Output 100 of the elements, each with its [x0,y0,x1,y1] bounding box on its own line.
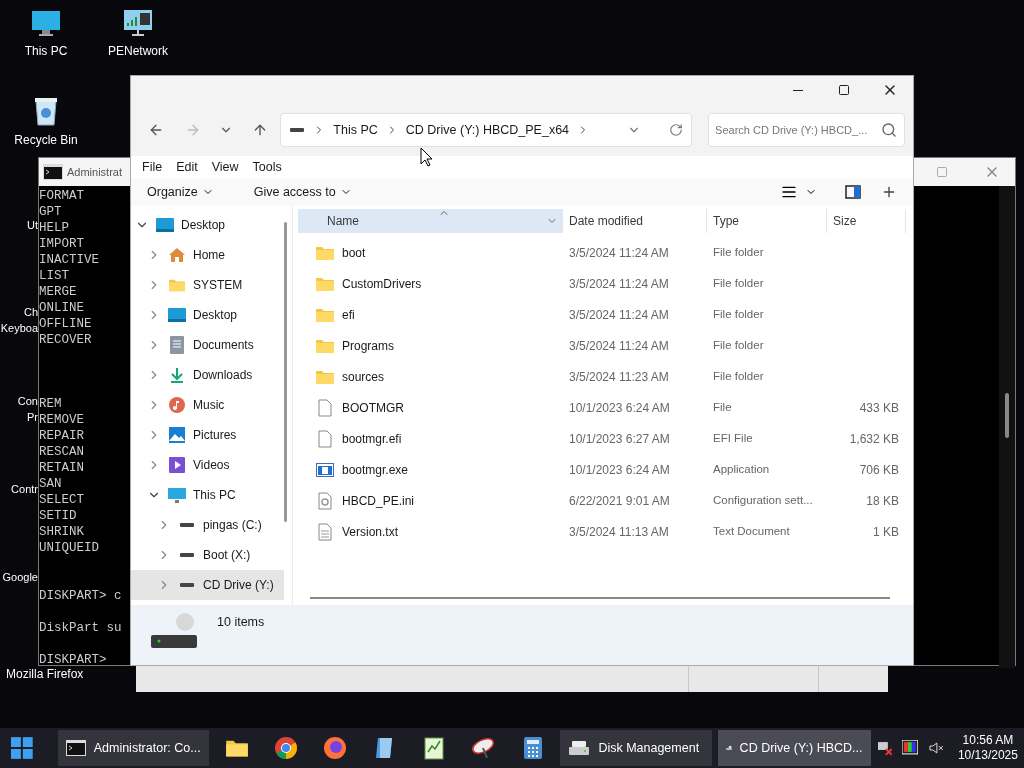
desktop-icon-label[interactable]: This PC [24,42,68,60]
tree-item[interactable]: SYSTEM [131,270,284,300]
type-cell: Application [713,463,770,476]
file-row[interactable]: bootmgr.exe 10/1/2023 6:24 AM Application 706 KB [298,454,913,485]
file-name: sources [342,368,385,386]
desktop-icon-label[interactable]: Keyboa [0,320,38,336]
tree-label: Pictures [193,427,237,444]
column-header[interactable]: Size [827,209,906,233]
scrollbar[interactable] [999,186,1015,668]
status-text: 10 items [217,614,265,631]
tree-item[interactable]: Home [131,240,284,270]
toolbar-menu-button[interactable]: Organize [139,182,222,202]
folder-icon [315,306,335,323]
menu-item[interactable]: View [204,157,246,177]
console-line: UNIQUEID [39,540,99,556]
tree-item[interactable]: Downloads [131,360,284,390]
type-cell: File folder [713,339,764,352]
file-row[interactable]: HBCD_PE.ini 6/22/2021 9:01 AM Configuration sett... 18 KB [298,485,913,516]
folder-icon [224,738,249,758]
file-row[interactable]: bootmgr.efi 10/1/2023 6:27 AM EFI File 1,632 KB [298,423,913,454]
network-icon[interactable] [876,740,893,756]
search-field[interactable]: Search CD Drive (Y:) HBCD_... [708,113,905,147]
start-icon[interactable] [10,736,34,760]
menu-item[interactable]: Edit [169,157,205,177]
desktop-icon-label[interactable]: Con [17,393,38,409]
file-row[interactable]: Programs 3/5/2024 11:24 AM File folder [298,330,913,361]
taskbar-button[interactable]: Administrator: Co... [57,730,209,766]
address-bar[interactable]: This PC CD Drive (Y:) HBCD_PE_x64 [280,113,693,147]
tree-label: SYSTEM [193,277,243,294]
tree-label: Home [193,247,225,264]
file-row[interactable]: sources 3/5/2024 11:23 AM File folder [298,361,913,392]
desktop-icon-label[interactable]: Mozilla Firefox [6,667,84,681]
list-view-icon [781,184,797,200]
video-icon [169,457,185,473]
file-icon [318,429,332,448]
column-header[interactable]: Type [707,209,827,233]
tree-item[interactable]: Music [131,390,284,420]
console-line: REPAIR [39,428,84,444]
column-header[interactable]: Name [298,209,563,233]
desktop-icon-label[interactable]: Ch [23,304,38,320]
breadcrumb[interactable]: This PC [333,120,378,140]
date-cell: 3/5/2024 11:24 AM [569,307,669,322]
tree-label: Videos [193,457,230,474]
file-row[interactable]: boot 3/5/2024 11:24 AM File folder [298,237,913,268]
desktop-icon-label[interactable]: PENetwork [108,42,168,60]
menu-item[interactable]: Tools [245,157,289,177]
clock-time[interactable]: 10:56 AM [962,733,1014,748]
tree-label: Desktop [181,217,226,234]
file-name: bootmgr.exe [342,461,409,479]
date-cell: 3/5/2024 11:23 AM [569,369,669,384]
tree-label: pingas (C:) [203,517,262,534]
tree-item[interactable]: Boot (X:) [131,540,284,570]
tree-item[interactable]: pingas (C:) [131,510,284,540]
console-line: SHRINK [39,524,84,540]
desktop-icon-label[interactable]: Pr [27,409,38,425]
file-row[interactable]: CustomDrivers 3/5/2024 11:24 AM File folder [298,268,913,299]
search-icon [881,122,897,138]
desktop-icon-label[interactable]: Google [2,569,38,585]
desktop-icon-label[interactable]: Recycle Bin [14,131,78,149]
console-line: DISKPART> [39,652,107,668]
tree-item[interactable]: Pictures [131,420,284,450]
file-name: CustomDrivers [342,275,422,293]
desktop-icon-label[interactable]: Ut [27,217,38,233]
file-name: efi [342,306,355,324]
file-row[interactable]: efi 3/5/2024 11:24 AM File folder [298,299,913,330]
file-row[interactable]: Version.txt 3/5/2024 11:13 AM Text Document 1 KB [298,516,913,547]
taskbar-button[interactable]: CD Drive (Y:) HBCD... [717,730,871,766]
maximize-icon [936,166,948,178]
clock-date[interactable]: 10/13/2025 [957,748,1018,763]
date-cell: 10/1/2023 6:24 AM [569,462,670,477]
disc-drive-icon [151,613,197,651]
type-cell: Text Document [713,525,790,538]
preview-pane-icon[interactable] [845,185,861,199]
refresh-icon[interactable] [669,123,684,137]
display-icon[interactable] [902,740,919,756]
menu-item[interactable]: File [135,157,170,177]
column-header[interactable]: Date modified [563,209,707,233]
speaker-muted-icon[interactable] [928,740,944,756]
tree-item[interactable]: Desktop [131,210,284,240]
console-line: INACTIVE [39,252,99,268]
monitor-icon [167,485,187,505]
tree-item[interactable]: Desktop [131,300,284,330]
console-line: SELECT [39,492,84,508]
tree-item[interactable]: Videos [131,450,284,480]
type-cell: File folder [713,370,764,383]
toolbar-menu-button[interactable]: Give access to [245,182,360,202]
taskbar-button[interactable]: Disk Management [560,730,712,766]
breadcrumb[interactable]: CD Drive (Y:) HBCD_PE_x64 [405,120,570,140]
add-icon[interactable] [881,184,897,200]
desktop-icon-label[interactable]: Contr [11,481,38,497]
folder-icon [315,275,335,292]
browser-icon [323,736,348,760]
tree-item[interactable]: This PC [131,480,284,510]
tree-item[interactable]: CD Drive (Y:) [131,570,284,600]
tree-item[interactable]: Documents [131,330,284,360]
satellite-dish-icon [470,736,497,760]
file-row[interactable]: BOOTMGR 10/1/2023 6:24 AM File 433 KB [298,392,913,423]
file-name: boot [342,244,366,262]
type-cell: Configuration sett... [713,494,813,507]
minimize-icon [793,89,803,91]
